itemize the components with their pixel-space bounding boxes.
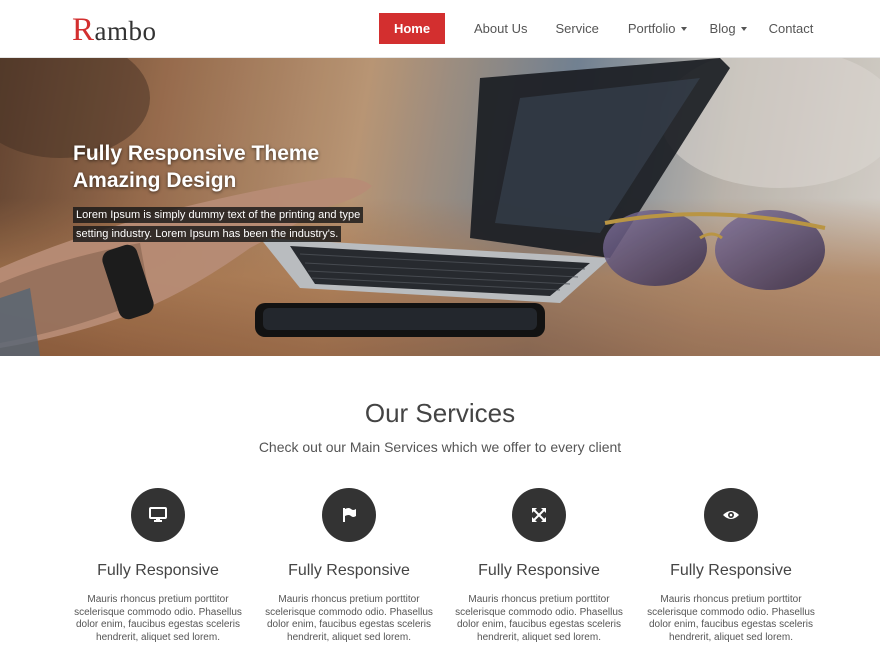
service-title: Fully Responsive xyxy=(478,562,600,579)
service-text: Mauris rhoncus pretium porttitor sceleri… xyxy=(647,594,815,643)
nav-service[interactable]: Service xyxy=(555,13,598,44)
eye-icon[interactable] xyxy=(704,488,758,542)
nav-service-label: Service xyxy=(555,21,599,36)
nav-about-us[interactable]: About Us xyxy=(474,13,527,44)
services-subtitle: Check out our Main Services which we off… xyxy=(258,439,622,455)
monitor-icon[interactable] xyxy=(131,488,185,542)
nav-about-us-label: About Us xyxy=(474,21,528,36)
flag-icon[interactable] xyxy=(322,488,376,542)
hero-title: Fully Responsive Theme Amazing Design xyxy=(73,140,393,194)
services-title: Our Services xyxy=(364,398,516,428)
service-title: Fully Responsive xyxy=(670,562,792,579)
expand-icon[interactable] xyxy=(512,488,566,542)
service-text: Mauris rhoncus pretium porttitor sceleri… xyxy=(265,594,433,643)
chevron-down-icon xyxy=(680,26,687,31)
site-logo[interactable]: Rambo xyxy=(72,12,157,49)
service-card: Fully Responsive Mauris rhoncus pretium … xyxy=(259,488,439,644)
nav-home[interactable]: Home xyxy=(379,13,445,44)
nav-contact-label: Contact xyxy=(768,21,814,36)
main-nav: Home About Us Service Portfolio Blog Con… xyxy=(379,13,813,44)
hero-banner: Fully Responsive Theme Amazing Design Lo… xyxy=(0,58,880,356)
logo-text: ambo xyxy=(94,16,157,46)
hero-description-text: Lorem Ipsum is simply dummy text of the … xyxy=(73,207,364,242)
nav-contact[interactable]: Contact xyxy=(769,13,814,44)
hero-title-line2: Amazing Design xyxy=(73,169,237,192)
service-card: Fully Responsive Mauris rhoncus pretium … xyxy=(641,488,821,644)
service-text: Mauris rhoncus pretium porttitor sceleri… xyxy=(74,594,242,643)
service-title: Fully Responsive xyxy=(288,562,410,579)
hero-description: Lorem Ipsum is simply dummy text of the … xyxy=(73,206,373,244)
service-title: Fully Responsive xyxy=(97,562,219,579)
service-card: Fully Responsive Mauris rhoncus pretium … xyxy=(449,488,629,644)
nav-portfolio-label: Portfolio xyxy=(627,21,676,36)
logo-initial: R xyxy=(72,12,95,48)
nav-home-label: Home xyxy=(393,21,431,36)
chevron-down-icon xyxy=(740,26,747,31)
nav-portfolio[interactable]: Portfolio xyxy=(628,13,687,44)
service-text: Mauris rhoncus pretium porttitor sceleri… xyxy=(455,594,623,643)
service-card: Fully Responsive Mauris rhoncus pretium … xyxy=(68,488,248,644)
site-header: Rambo Home About Us Service Portfolio Bl… xyxy=(0,0,880,58)
nav-blog[interactable]: Blog xyxy=(710,13,747,44)
hero-title-line1: Fully Responsive Theme xyxy=(73,142,320,165)
nav-blog-label: Blog xyxy=(709,21,736,36)
